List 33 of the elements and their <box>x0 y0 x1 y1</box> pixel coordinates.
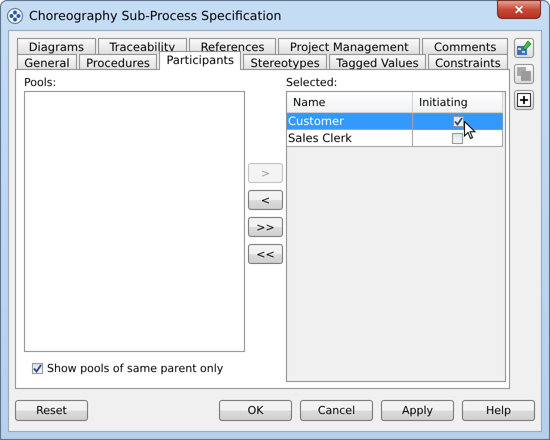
stacked-squares-button[interactable] <box>514 64 534 84</box>
add-button[interactable] <box>514 90 534 110</box>
transfer-button[interactable]: >> <box>248 217 283 237</box>
checkbox[interactable] <box>32 363 43 374</box>
checkbox-label: Show pools of same parent only <box>47 362 224 375</box>
transfer-button[interactable]: << <box>248 244 283 264</box>
column-header[interactable]: Initiating <box>413 92 503 113</box>
app-icon <box>7 8 23 24</box>
table-cell[interactable]: Sales Clerk <box>287 130 413 147</box>
tab[interactable]: Constraints <box>428 54 508 70</box>
tab[interactable]: Project Management <box>278 38 420 54</box>
window-title: Choreography Sub-Process Specification <box>29 8 282 23</box>
column-header[interactable]: Name <box>287 92 413 113</box>
tab[interactable]: Stereotypes <box>243 54 327 70</box>
pools-label: Pools: <box>24 76 58 89</box>
transfer-button[interactable]: < <box>248 190 283 210</box>
tab[interactable]: Participants <box>159 51 242 70</box>
tab[interactable]: Procedures <box>78 54 158 70</box>
diagram-pin-button[interactable] <box>514 38 534 58</box>
dialog-button[interactable]: Cancel <box>300 400 373 421</box>
tab[interactable]: Traceability <box>98 38 187 54</box>
close-button[interactable]: ✕ <box>497 0 541 19</box>
checkbox[interactable] <box>452 132 463 144</box>
selected-label: Selected: <box>286 76 338 89</box>
dialog-button[interactable]: OK <box>219 400 292 421</box>
checkbox[interactable] <box>452 116 464 127</box>
tab[interactable]: Comments <box>422 38 508 54</box>
reset-button[interactable]: Reset <box>15 400 88 421</box>
tab[interactable]: Diagrams <box>17 38 96 54</box>
dialog-button[interactable]: Help <box>462 400 535 421</box>
tab[interactable]: General <box>17 54 77 70</box>
dialog-button[interactable]: Apply <box>381 400 454 421</box>
tab[interactable]: Tagged Values <box>328 54 426 70</box>
